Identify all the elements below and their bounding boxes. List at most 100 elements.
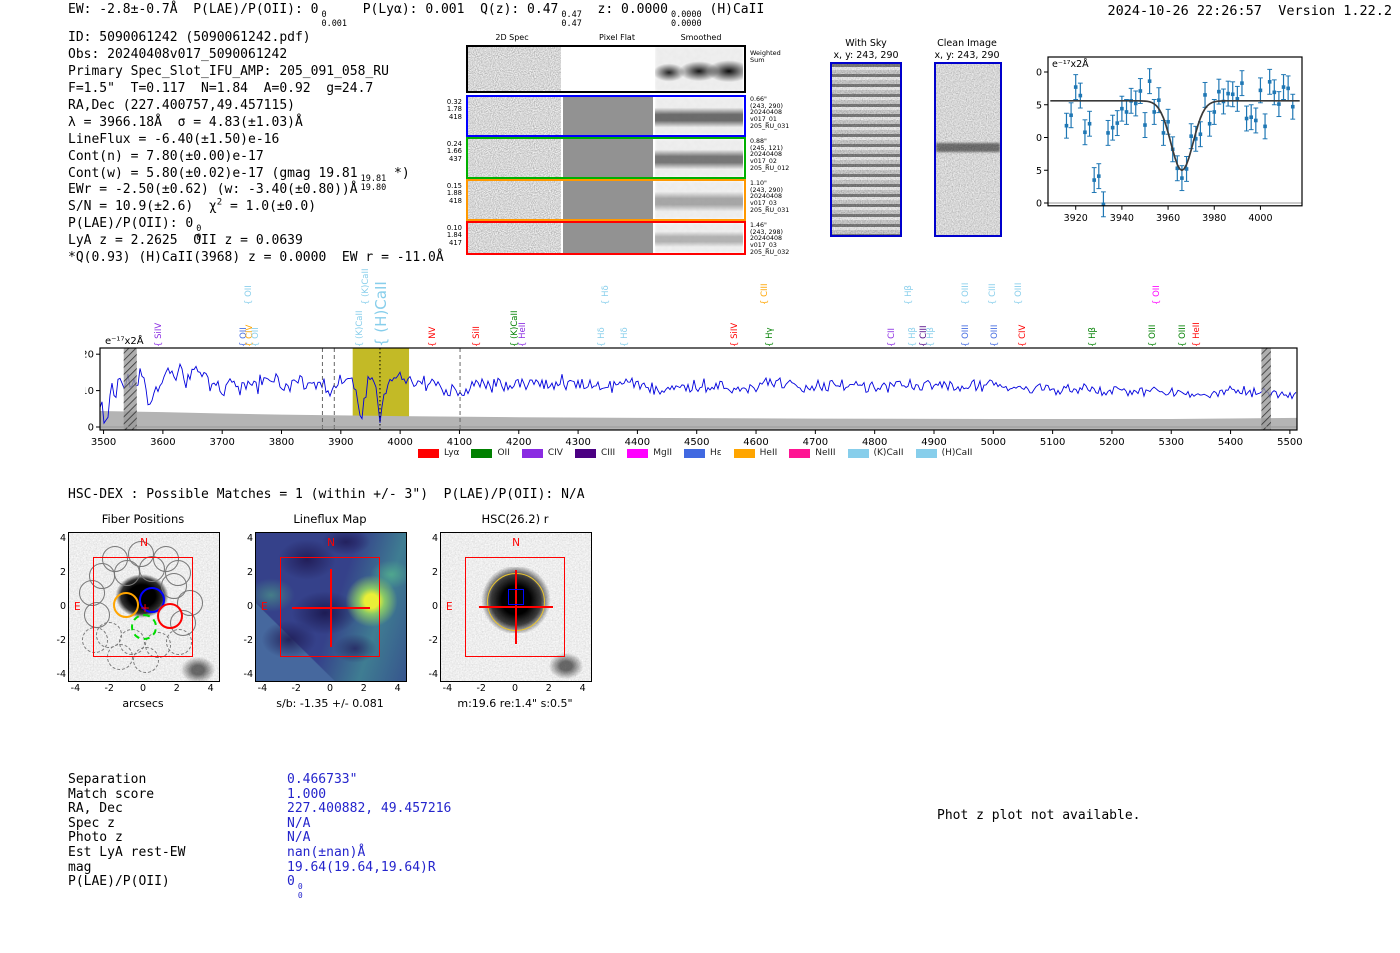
svg-text:3940: 3940 [1110,213,1134,224]
y-tick-label: -2 [243,634,253,646]
y-tick-label: 0 [246,601,253,612]
smoothed-overlay [655,47,743,91]
text-segment: nan(±nan)Å [287,844,366,860]
svg-text:5400: 5400 [1218,437,1243,448]
text-segment: EW: -2.8±-0.7Å P(LAE)/P(OII): 0 [68,2,319,17]
svg-text:0: 0 [1036,199,1042,210]
text-segment: P(Lyα): 0.001 Q(z): 0.47 [347,2,559,17]
clean-image [934,62,1002,237]
fraction-bottom: 0.001 [321,19,348,30]
svg-text:20: 20 [85,350,94,361]
table-row: Photo z N/A [68,830,451,845]
y-tick-label: 2 [59,567,66,579]
legend-swatch [574,448,596,458]
legend-item-Hε: Hε [684,448,722,458]
svg-text:10: 10 [85,386,94,397]
spec2d-segment [563,97,653,135]
x-tick-label: 0 [139,683,147,694]
row-label: Match score [68,786,155,802]
svg-text:3500: 3500 [91,437,116,448]
y-tick-label: 2 [431,567,438,579]
text-segment: λ = 3966.18Å σ = 4.83(±1.03)Å [68,114,303,130]
info-line: EWr = -2.50(±0.62) (w: -3.40(±0.80))Å [68,182,444,199]
svg-text:3800: 3800 [269,437,294,448]
sky-line-stripes [832,64,900,235]
text-segment: = 1.0(±0.0) [222,199,317,215]
y-tick-label: -4 [428,668,438,680]
text-segment: 1.000 [287,786,327,802]
x-tick-label: 4 [207,683,214,694]
legend-item-NeIII: NeIII [789,448,836,458]
row-value: N/A [287,816,310,831]
svg-text:4700: 4700 [803,437,828,448]
legend-item-HCaII: (H)CaII [915,448,973,458]
info-line: P(LAE)/P(OII): 000 [68,216,444,243]
row-value: 0.466733" [287,772,357,787]
hsc-r-image: N E [440,532,592,682]
text-segment: N/A [287,830,311,846]
spec2d-row-left-labels: 0.24 1.66 437 [436,140,462,163]
spec2d-row [466,179,746,221]
table-row: Est LyA rest-EW nan(±nan)Å [68,845,451,860]
row-value: 000 [287,874,303,900]
east-label: E [74,601,81,613]
info-line: RA,Dec (227.400757,49.457115) [68,98,444,115]
spec2d-segment [563,181,653,219]
svg-text:e⁻¹⁷x2Å: e⁻¹⁷x2Å [105,334,144,347]
text-segment: 19.64(19.64,19.64)R [287,859,436,875]
legend-swatch [915,448,937,458]
info-line: LyA z = 2.2625 OII z = 0.0639 [68,233,444,250]
noisy-2d-spec [468,97,561,135]
spec2d-segment [655,181,743,219]
center-cross: + [140,601,151,615]
row-label: Photo z [68,830,123,846]
y-tick-label: 0 [431,601,438,612]
row-label: Separation [68,772,147,787]
left-label-line: 417 [449,238,462,247]
legend-swatch [847,448,869,458]
legend-item-OII: OII [471,448,510,458]
spec2d-segment [655,223,743,253]
noisy-2d-spec [468,139,561,177]
svg-text:4300: 4300 [565,437,590,448]
svg-text:4600: 4600 [743,437,768,448]
svg-text:4800: 4800 [862,437,887,448]
legend-swatch [684,448,706,458]
svg-text:3960: 3960 [1156,213,1180,224]
svg-text:5100: 5100 [1040,437,1065,448]
text-segment: N/A [287,815,311,831]
weighted-sum-label: Weighted Sum [750,49,781,64]
spec2d-row-right-labels: 0.66" (243, 290) 20240408 v017_01 205_RU_031 [750,96,820,131]
col-title-2dspec: 2D Spec [495,33,529,42]
svg-text:5000: 5000 [981,437,1006,448]
clean-image-title-text: Clean Image [937,38,997,49]
text-segment: F=1.5" T=0.117 N=1.84 A=0.92 g=24.7 [68,80,374,96]
table-row: mag 19.64(19.64,19.64)R [68,860,451,875]
svg-text:5300: 5300 [1159,437,1184,448]
info-line: λ = 3966.18Å σ = 4.83(±1.03)Å [68,115,444,132]
with-sky-title: With Sky x, y: 243, 290 [833,38,898,62]
spec2d-segment [563,139,653,177]
spec2d-segment [655,47,743,91]
info-line: Primary Spec_Slot_IFU_AMP: 205_091_058_R… [68,64,444,81]
right-label-line: 205_RU_031 [750,122,790,130]
spec2d-row [466,95,746,137]
y-tick-label: 4 [246,533,253,545]
legend-label: CIII [600,448,616,458]
noisy-2d-spec [468,47,561,91]
y-tick-label: 4 [431,533,438,545]
x-tick-label: 2 [173,683,180,694]
legend-item-Lyα: Lyα [418,448,459,458]
right-label-line: 205_RU_031 [750,206,790,214]
north-label: N [512,537,520,549]
text-segment: 0 [287,874,295,890]
lineflux-title: Lineflux Map [293,512,367,526]
y-tick-label: -4 [56,668,66,680]
legend-label: (H)CaII [941,448,973,458]
info-line: Cont(n) = 7.80(±0.00)e-17 [68,149,444,166]
row-value: 227.400882, 49.457216 [287,801,451,816]
x-tick-label: -4 [257,683,268,694]
y-tick-label: -2 [56,634,66,646]
svg-text:3920: 3920 [1064,213,1088,224]
